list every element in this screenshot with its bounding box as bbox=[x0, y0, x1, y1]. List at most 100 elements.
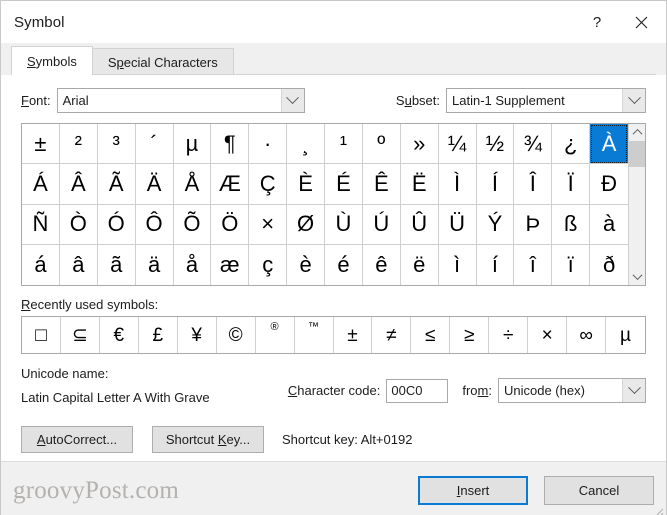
scrollbar-thumb[interactable] bbox=[629, 141, 645, 167]
symbol-cell[interactable]: ë bbox=[401, 244, 439, 285]
recent-symbol-cell[interactable]: ≠ bbox=[372, 317, 412, 353]
recent-symbol-cell[interactable]: µ bbox=[606, 317, 645, 353]
symbol-cell[interactable]: ¿ bbox=[552, 124, 591, 165]
symbol-cell[interactable]: ´ bbox=[135, 124, 174, 165]
shortcut-key-button[interactable]: Shortcut Key...Shortcut Key... bbox=[152, 426, 264, 453]
symbol-cell[interactable]: Î bbox=[514, 164, 553, 205]
symbol-cell[interactable]: Á bbox=[22, 164, 60, 205]
symbol-cell[interactable]: × bbox=[249, 204, 288, 245]
tab-special-characters[interactable]: Special CharactersSpecial Characters bbox=[91, 48, 234, 75]
symbol-cell[interactable]: Ü bbox=[438, 204, 477, 245]
symbol-cell[interactable]: Ý bbox=[476, 204, 515, 245]
symbol-cell[interactable]: º bbox=[362, 124, 401, 165]
recent-symbol-cell[interactable]: © bbox=[217, 317, 256, 353]
close-button[interactable] bbox=[618, 1, 664, 43]
scroll-down-button[interactable] bbox=[629, 268, 645, 285]
symbol-cell[interactable]: Ò bbox=[59, 204, 98, 245]
symbol-cell[interactable]: Ö bbox=[211, 204, 250, 245]
symbol-cell[interactable]: ¾ bbox=[514, 124, 553, 165]
from-dropdown[interactable]: Unicode (hex) bbox=[498, 378, 646, 403]
symbol-cell[interactable]: Ð bbox=[590, 164, 628, 205]
symbol-cell[interactable]: Ä bbox=[135, 164, 174, 205]
symbol-grid-scrollbar[interactable] bbox=[628, 124, 645, 285]
symbol-cell[interactable]: Ñ bbox=[22, 204, 60, 245]
recent-symbol-cell[interactable]: € bbox=[100, 317, 139, 353]
symbol-grid[interactable]: ± ² ³ ´ µ ¶ · ¸ ¹ º» ¼ ½ ¾ ¿ À Á Â Ã Ä Å Æ Ç È É Ê Ë Ì Í Î Ï Ð Ñ Ò Ó Ô Õ Ö × Ø… bbox=[22, 124, 628, 285]
tab-symbols[interactable]: SSymbolsymbols bbox=[11, 46, 93, 75]
symbol-cell[interactable]: È bbox=[287, 164, 325, 205]
symbol-cell[interactable]: í bbox=[477, 244, 515, 285]
symbol-cell[interactable]: ä bbox=[136, 244, 174, 285]
symbol-cell[interactable]: Ê bbox=[362, 164, 401, 205]
symbol-cell[interactable]: ½ bbox=[476, 124, 515, 165]
font-dropdown[interactable]: Arial bbox=[56, 87, 305, 113]
symbol-cell[interactable]: À bbox=[590, 124, 628, 165]
symbol-cell[interactable]: Å bbox=[173, 164, 212, 205]
resize-grip[interactable] bbox=[652, 506, 664, 515]
symbol-cell[interactable]: Ç bbox=[249, 164, 288, 205]
symbol-cell[interactable]: ¸ bbox=[287, 124, 325, 165]
symbol-cell[interactable]: á bbox=[22, 244, 60, 285]
symbol-cell[interactable]: ± bbox=[22, 124, 60, 165]
recent-symbol-cell[interactable]: ÷ bbox=[489, 317, 529, 353]
symbol-cell[interactable]: ² bbox=[59, 124, 98, 165]
symbol-cell[interactable]: ì bbox=[439, 244, 477, 285]
symbol-cell[interactable]: ð bbox=[590, 245, 628, 285]
symbol-cell[interactable]: Ã bbox=[97, 164, 136, 205]
cancel-button[interactable]: Cancel bbox=[544, 476, 654, 505]
symbol-cell[interactable]: Ù bbox=[325, 204, 363, 245]
symbol-cell[interactable]: ã bbox=[98, 244, 136, 285]
autocorrect-button[interactable]: AutoCorrect...AutoCorrect... bbox=[21, 426, 133, 453]
symbol-cell[interactable]: Í bbox=[476, 164, 515, 205]
subset-dropdown[interactable]: Latin-1 Supplement bbox=[446, 87, 646, 113]
symbol-cell[interactable]: Þ bbox=[514, 204, 553, 245]
help-button[interactable]: ? bbox=[574, 1, 620, 43]
recently-used-grid[interactable]: □ ⊆ € £ ¥ © ® ™ ± ≠ ≤ ≥ ÷ × ∞ µ bbox=[21, 316, 646, 354]
insert-button[interactable]: InsertInsert bbox=[418, 476, 528, 505]
recent-symbol-cell[interactable]: £ bbox=[139, 317, 178, 353]
symbol-cell[interactable]: Ø bbox=[287, 204, 325, 245]
symbol-cell[interactable]: Æ bbox=[211, 164, 250, 205]
recent-symbol-cell[interactable]: ∞ bbox=[567, 317, 607, 353]
recent-symbol-cell[interactable]: ® bbox=[256, 317, 295, 353]
symbol-cell[interactable]: Õ bbox=[173, 204, 212, 245]
symbol-cell[interactable]: Ë bbox=[400, 164, 439, 205]
symbol-cell[interactable]: Ó bbox=[97, 204, 136, 245]
symbol-cell[interactable]: î bbox=[514, 244, 553, 285]
symbol-cell[interactable]: ß bbox=[552, 204, 591, 245]
symbol-cell[interactable]: ¶ bbox=[211, 124, 250, 165]
symbol-cell[interactable]: é bbox=[325, 244, 363, 285]
chevron-down-icon[interactable] bbox=[622, 88, 645, 112]
recent-symbol-cell[interactable]: ⊆ bbox=[61, 317, 100, 353]
symbol-cell[interactable]: è bbox=[287, 244, 325, 285]
recent-symbol-cell[interactable]: ¥ bbox=[178, 317, 217, 353]
chevron-down-icon[interactable] bbox=[280, 88, 304, 112]
symbol-cell[interactable]: ³ bbox=[97, 124, 136, 165]
symbol-cell[interactable]: Û bbox=[400, 204, 439, 245]
recent-symbol-cell[interactable]: ≥ bbox=[450, 317, 490, 353]
symbol-cell[interactable]: Â bbox=[59, 164, 98, 205]
symbol-cell[interactable]: ç bbox=[249, 244, 288, 285]
recent-symbol-cell[interactable]: □ bbox=[22, 317, 61, 353]
recent-symbol-cell[interactable]: ™ bbox=[295, 317, 334, 353]
symbol-cell[interactable]: · bbox=[249, 124, 288, 165]
symbol-cell[interactable]: ï bbox=[552, 244, 591, 285]
symbol-cell[interactable]: É bbox=[325, 164, 363, 205]
scrollbar-track[interactable] bbox=[629, 141, 645, 268]
character-code-input[interactable]: 00C0 bbox=[386, 378, 449, 403]
symbol-cell[interactable]: Ì bbox=[438, 164, 477, 205]
symbol-cell[interactable]: ¹ bbox=[325, 124, 363, 165]
symbol-cell[interactable]: Ú bbox=[362, 204, 401, 245]
chevron-down-icon[interactable] bbox=[622, 379, 645, 402]
symbol-cell[interactable]: » bbox=[400, 124, 439, 165]
recent-symbol-cell[interactable]: ± bbox=[334, 317, 373, 353]
symbol-cell[interactable]: Ï bbox=[552, 164, 591, 205]
recent-symbol-cell[interactable]: ≤ bbox=[411, 317, 451, 353]
symbol-cell[interactable]: Ô bbox=[135, 204, 174, 245]
symbol-cell[interactable]: æ bbox=[211, 244, 250, 285]
symbol-cell[interactable]: à bbox=[590, 205, 628, 245]
symbol-cell[interactable]: µ bbox=[173, 124, 212, 165]
symbol-cell[interactable]: ê bbox=[363, 244, 401, 285]
recent-symbol-cell[interactable]: × bbox=[528, 317, 568, 353]
scroll-up-button[interactable] bbox=[629, 124, 645, 141]
